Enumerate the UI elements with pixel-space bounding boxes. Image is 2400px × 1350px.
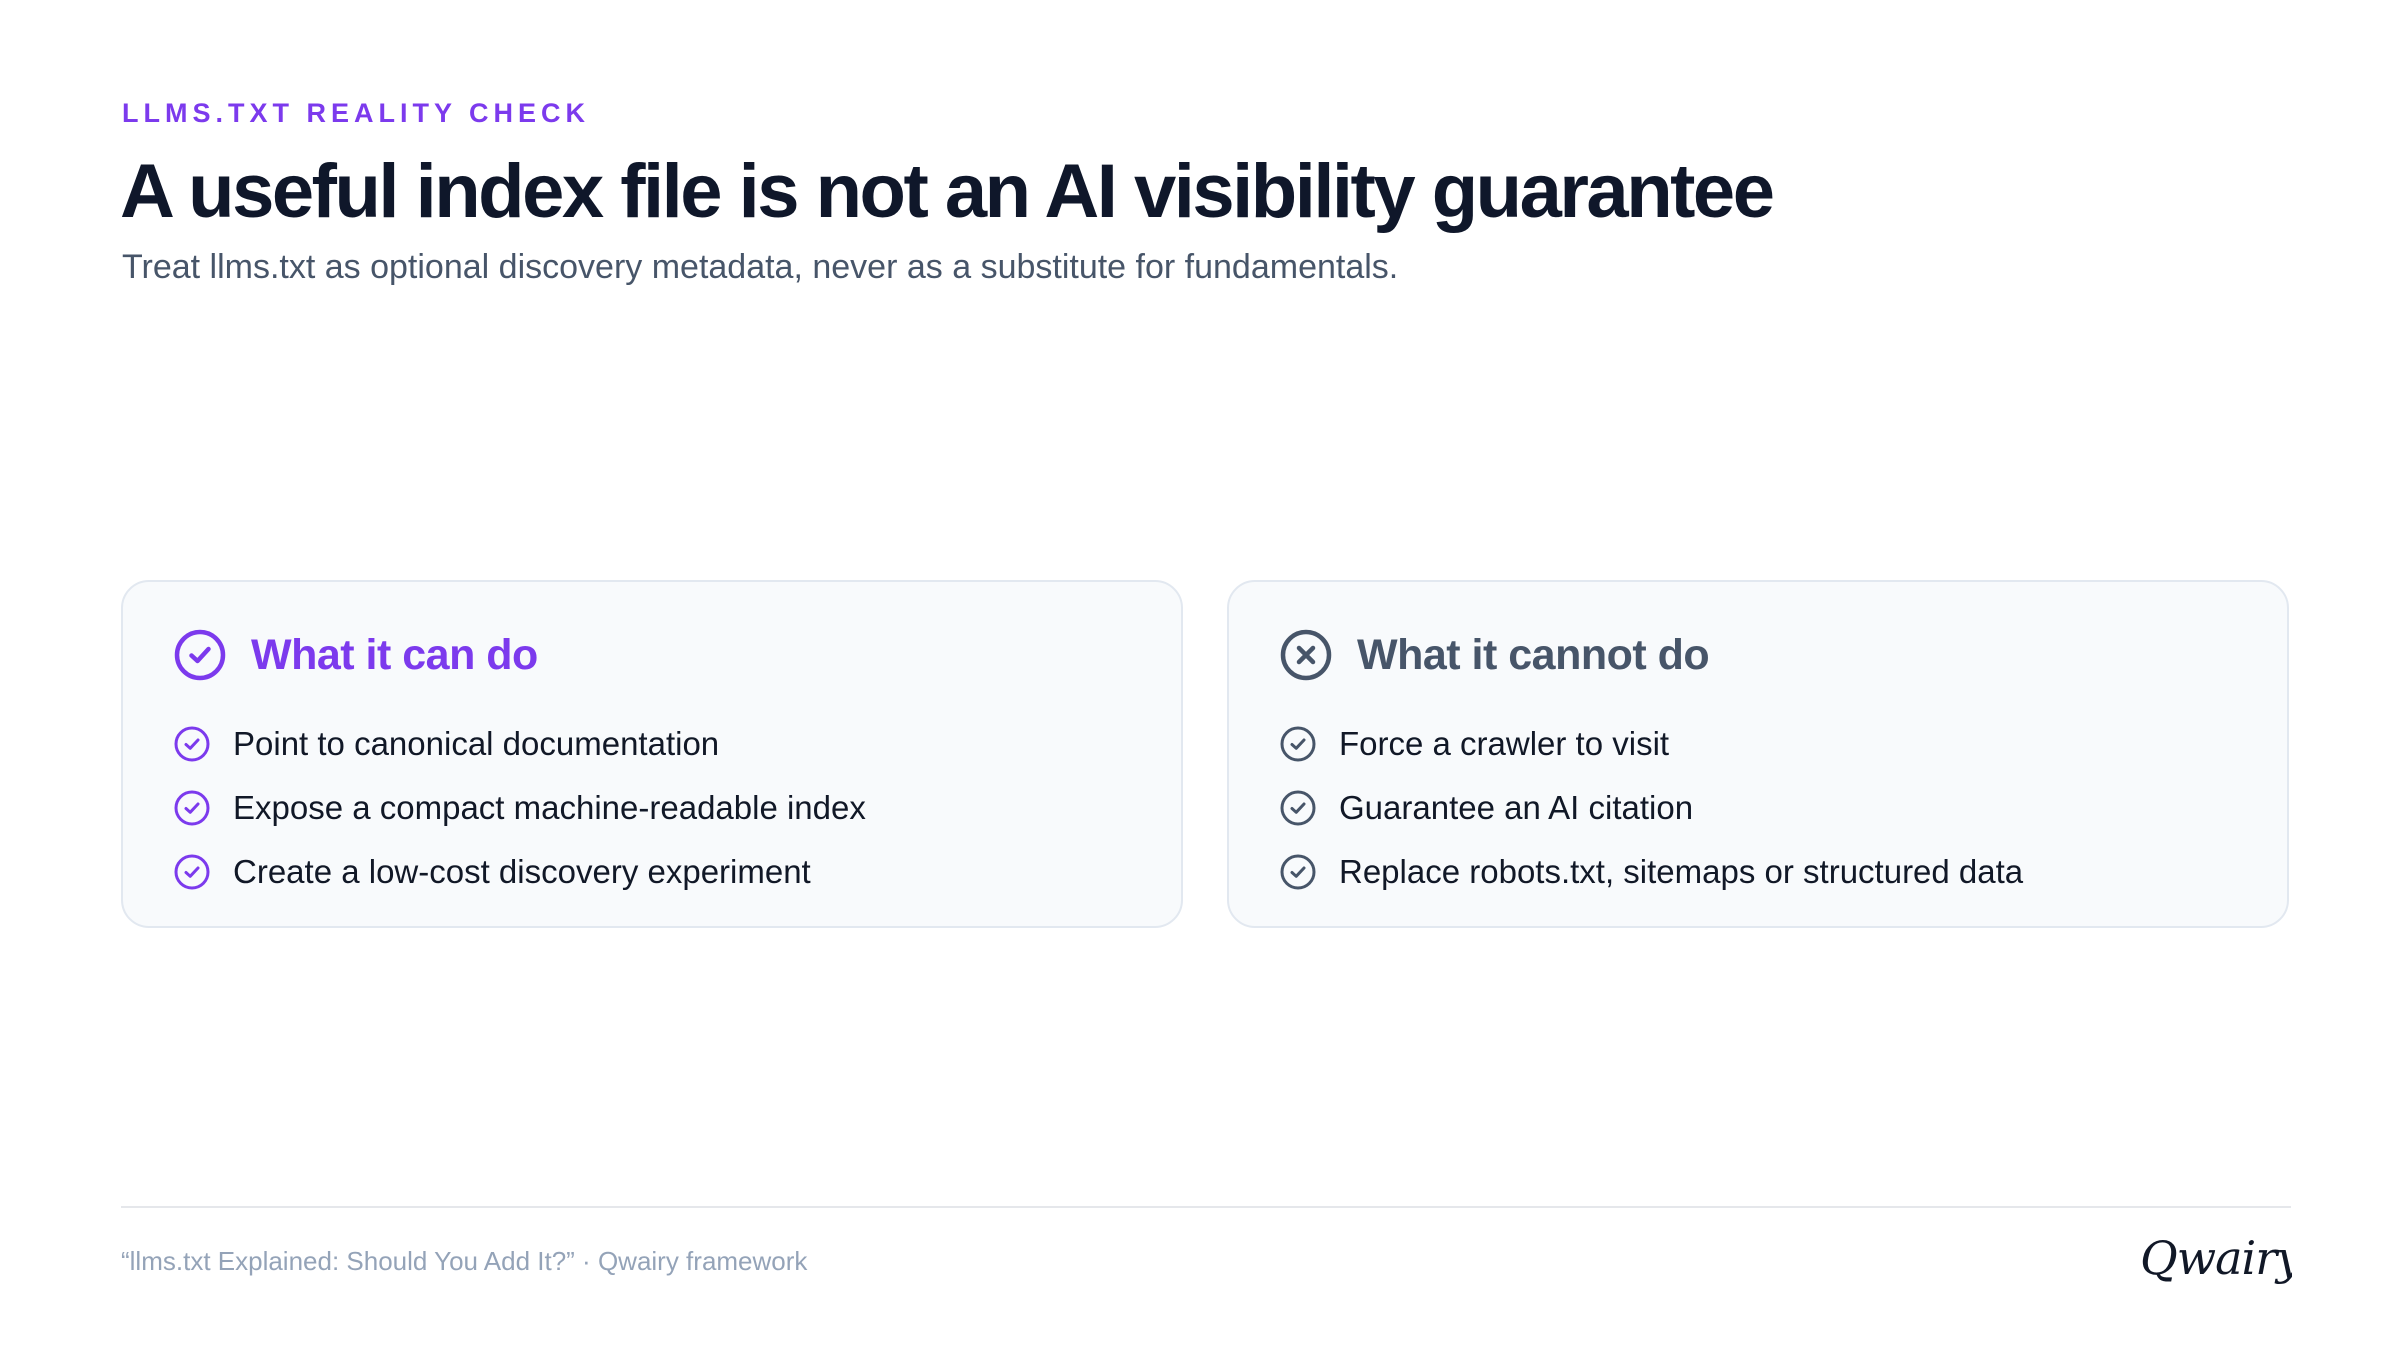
page-subtitle: Treat llms.txt as optional discovery met… [122,248,1399,286]
list-item: Expose a compact machine-readable index [173,776,866,840]
check-circle-icon [174,854,210,890]
cannot-do-card-header: What it cannot do [1279,627,1710,683]
list-item: Point to canonical documentation [173,712,866,776]
can-do-card-title: What it can do [251,630,538,679]
list-item: Create a low-cost discovery experiment [173,840,866,904]
list-item-text: Replace robots.txt, sitemaps or structur… [1339,853,2024,890]
list-item: Force a crawler to visit [1279,712,2023,776]
page-title: A useful index file is not an AI visibil… [120,149,1775,234]
list-item-text: Point to canonical documentation [233,725,720,762]
can-do-card-header: What it can do [173,627,538,683]
cannot-do-card-title: What it cannot do [1357,630,1710,679]
footer-source-note: “llms.txt Explained: Should You Add It?”… [121,1246,808,1276]
list-item-text: Force a crawler to visit [1339,725,1670,762]
check-circle-icon [1280,726,1316,762]
can-do-card: What it can do Point to canonical docume… [121,580,1183,928]
check-circle-icon [1280,790,1316,826]
list-item-text: Expose a compact machine-readable index [233,789,866,826]
check-circle-icon [174,726,210,762]
x-circle-icon [1280,629,1332,681]
can-do-list: Point to canonical documentation Expose … [173,712,866,904]
check-circle-icon [174,629,226,681]
svg-text:Qwairy: Qwairy [2140,1231,2292,1285]
footer-divider [121,1206,2291,1208]
check-circle-icon [1280,854,1316,890]
cannot-do-list: Force a crawler to visit Guarantee an AI… [1279,712,2023,904]
list-item: Guarantee an AI citation [1279,776,2023,840]
list-item: Replace robots.txt, sitemaps or structur… [1279,840,2023,904]
eyebrow-label: LLMS.TXT REALITY CHECK [122,98,591,128]
check-circle-icon [174,790,210,826]
list-item-text: Guarantee an AI citation [1339,789,1694,826]
list-item-text: Create a low-cost discovery experiment [233,853,811,890]
qwairy-logo: Qwairy [2140,1231,2292,1285]
cannot-do-card: What it cannot do Force a crawler to vis… [1227,580,2289,928]
